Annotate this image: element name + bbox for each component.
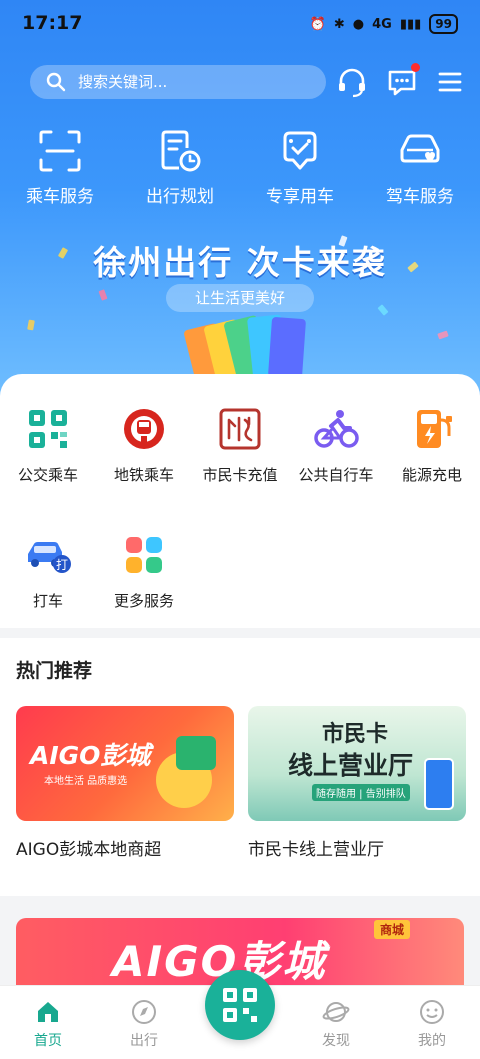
search-bar[interactable] bbox=[30, 65, 326, 99]
status-icons: ⏰ ✱ ● 4G ▮▮▮ 99 bbox=[310, 14, 458, 34]
search-icon bbox=[46, 72, 66, 92]
status-time: 17:17 bbox=[22, 12, 83, 34]
service-label: 公交乘车 bbox=[17, 466, 78, 484]
promo-logo: 线上营业厅 bbox=[288, 751, 414, 780]
promo-card-aigo[interactable]: AIGO彭城 本地生活 品质惠选 bbox=[16, 706, 234, 821]
mall-badge: 商城 bbox=[373, 920, 410, 939]
promo-logo: 市民卡 bbox=[322, 722, 389, 747]
location-icon: ● bbox=[352, 16, 365, 32]
tab-label: 首页 bbox=[34, 1033, 62, 1049]
service-bus[interactable]: 公交乘车 bbox=[0, 406, 96, 485]
banner-cards-illustration bbox=[180, 312, 307, 390]
banner-title[interactable]: 徐州出行 次卡来袭 bbox=[0, 236, 480, 284]
confetti bbox=[377, 304, 389, 316]
menu-icon[interactable] bbox=[434, 66, 466, 98]
taxi-icon: 打 bbox=[28, 542, 71, 573]
hot-section: 热门推荐 AIGO彭城 本地生活 品质惠选 AIGO彭城本地商超 市民卡 线上营… bbox=[0, 638, 480, 896]
service-label: 市民卡充值 bbox=[202, 466, 278, 484]
confetti bbox=[437, 330, 449, 340]
service-label: 能源充电 bbox=[401, 466, 462, 484]
confetti bbox=[27, 319, 35, 331]
charging-icon bbox=[417, 410, 452, 448]
service-label: 公共自行车 bbox=[298, 466, 374, 484]
planet-icon bbox=[322, 1002, 350, 1022]
promo-caption[interactable]: AIGO彭城本地商超 bbox=[16, 835, 161, 860]
home-icon bbox=[38, 1002, 58, 1022]
tab-mine[interactable]: 我的 bbox=[392, 998, 472, 1050]
signal-icon: ▮▮▮ bbox=[399, 16, 422, 32]
service-metro[interactable]: 地铁乘车 bbox=[96, 406, 192, 485]
phone-illustration bbox=[424, 758, 454, 810]
bus-qr-icon bbox=[29, 410, 67, 448]
more-services-icon bbox=[126, 537, 162, 573]
quick-label: 专享用车 bbox=[266, 187, 334, 207]
promo-caption[interactable]: 市民卡线上营业厅 bbox=[248, 835, 384, 860]
tab-home[interactable]: 首页 bbox=[8, 998, 88, 1050]
section-title: 热门推荐 bbox=[16, 660, 93, 682]
network-label: 4G bbox=[372, 16, 392, 32]
qr-scan-button[interactable] bbox=[205, 970, 275, 1040]
message-button[interactable] bbox=[386, 63, 420, 98]
quick-label: 驾车服务 bbox=[386, 187, 454, 207]
schedule-icon bbox=[161, 130, 201, 172]
services-panel: 公交乘车 地铁乘车 市民卡充值 公共自行车 能源充电 打 打车 更多服务 bbox=[0, 374, 480, 628]
quick-exclusive-car[interactable]: 专享用车 bbox=[250, 128, 350, 207]
car-check-icon bbox=[283, 131, 317, 170]
scan-icon bbox=[39, 130, 81, 172]
promo-card-citizen-card[interactable]: 市民卡 线上营业厅 随存随用 | 告别排队 bbox=[248, 706, 466, 821]
tab-label: 发现 bbox=[322, 1033, 350, 1049]
bicycle-icon bbox=[314, 410, 359, 448]
promo-illustration bbox=[176, 736, 216, 770]
svg-text:打: 打 bbox=[56, 558, 68, 572]
promo-tagline: 随存随用 | 告别排队 bbox=[312, 784, 410, 801]
service-label: 地铁乘车 bbox=[113, 466, 174, 484]
tab-label: 我的 bbox=[418, 1033, 446, 1049]
service-bike[interactable]: 公共自行车 bbox=[288, 406, 384, 485]
service-more[interactable]: 更多服务 bbox=[96, 532, 192, 611]
promo-tagline: 本地生活 品质惠选 bbox=[44, 776, 128, 787]
service-charging[interactable]: 能源充电 bbox=[384, 406, 480, 485]
banner-subtitle: 让生活更美好 bbox=[166, 284, 314, 312]
service-label: 打车 bbox=[32, 592, 63, 610]
service-taxi[interactable]: 打 打车 bbox=[0, 532, 96, 611]
smile-icon bbox=[420, 1000, 444, 1024]
compass-icon bbox=[132, 1000, 156, 1024]
bluetooth-icon: ✱ bbox=[333, 16, 345, 32]
citizen-card-icon bbox=[219, 408, 261, 450]
quick-label: 乘车服务 bbox=[26, 187, 94, 207]
unread-dot bbox=[411, 63, 420, 72]
quick-ride-service[interactable]: 乘车服务 bbox=[10, 128, 110, 207]
quick-label: 出行规划 bbox=[146, 187, 214, 207]
promo-logo: AIGO彭城 bbox=[30, 741, 151, 770]
confetti bbox=[98, 289, 108, 301]
service-citizen-card[interactable]: 市民卡充值 bbox=[192, 406, 288, 485]
quick-driving-service[interactable]: 驾车服务 bbox=[370, 128, 470, 207]
headset-icon[interactable] bbox=[336, 66, 368, 98]
metro-icon bbox=[124, 409, 164, 449]
tab-label: 出行 bbox=[130, 1033, 158, 1049]
alarm-icon: ⏰ bbox=[309, 16, 326, 32]
tab-discover[interactable]: 发现 bbox=[296, 998, 376, 1050]
qr-code-icon bbox=[223, 988, 257, 1022]
quick-trip-planning[interactable]: 出行规划 bbox=[130, 128, 230, 207]
search-input[interactable] bbox=[76, 72, 300, 92]
service-label: 更多服务 bbox=[113, 592, 174, 610]
tab-travel[interactable]: 出行 bbox=[104, 998, 184, 1050]
battery-indicator: 99 bbox=[429, 14, 458, 34]
car-heart-icon bbox=[400, 134, 440, 163]
status-bar: 17:17 ⏰ ✱ ● 4G ▮▮▮ 99 bbox=[0, 0, 480, 50]
